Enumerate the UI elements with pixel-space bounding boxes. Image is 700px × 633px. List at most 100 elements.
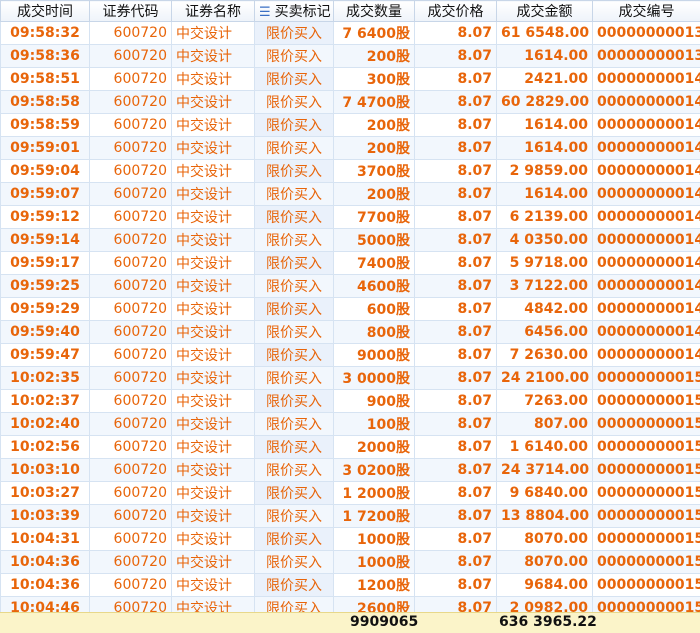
cell-amount: 1614.00 xyxy=(497,45,593,68)
cell-price: 8.07 xyxy=(415,298,497,321)
summary-footer: 9909065 636 3965.22 xyxy=(0,612,700,633)
trades-grid: 成交时间 证券代码 证券名称 ☰买卖标记 成交数量 成交价格 成交金额 成交编号… xyxy=(0,0,700,612)
table-row[interactable]: 09:59:17600720中交设计限价买入7400股8.075 9718.00… xyxy=(1,252,700,275)
table-row[interactable]: 09:59:47600720中交设计限价买入9000股8.077 2630.00… xyxy=(1,344,700,367)
cell-name: 中交设计 xyxy=(172,413,255,436)
cell-amount: 61 6548.00 xyxy=(497,22,593,45)
cell-price: 8.07 xyxy=(415,45,497,68)
cell-flag: 限价买入 xyxy=(255,344,334,367)
cell-serial: 00000000014047 xyxy=(593,137,700,160)
col-header-name[interactable]: 证券名称 xyxy=(172,1,255,22)
cell-name: 中交设计 xyxy=(172,574,255,597)
col-header-time[interactable]: 成交时间 xyxy=(1,1,90,22)
cell-name: 中交设计 xyxy=(172,137,255,160)
col-header-serial[interactable]: 成交编号 xyxy=(593,1,700,22)
cell-price: 8.07 xyxy=(415,321,497,344)
cell-qty: 2000股 xyxy=(334,436,415,459)
table-row[interactable]: 10:03:10600720中交设计限价买入3 0200股8.0724 3714… xyxy=(1,459,700,482)
cell-qty: 100股 xyxy=(334,413,415,436)
cell-qty: 200股 xyxy=(334,114,415,137)
cell-serial: 00000000015183 xyxy=(593,436,700,459)
cell-flag: 限价买入 xyxy=(255,321,334,344)
cell-code: 600720 xyxy=(90,413,172,436)
table-row[interactable]: 10:04:31600720中交设计限价买入1000股8.078070.0000… xyxy=(1,528,700,551)
cell-price: 8.07 xyxy=(415,597,497,613)
cell-qty: 800股 xyxy=(334,321,415,344)
table-row[interactable]: 09:58:32600720中交设计限价买入7 6400股8.0761 6548… xyxy=(1,22,700,45)
cell-qty: 9000股 xyxy=(334,344,415,367)
table-row[interactable]: 09:59:29600720中交设计限价买入600股8.074842.00000… xyxy=(1,298,700,321)
cell-qty: 900股 xyxy=(334,390,415,413)
cell-name: 中交设计 xyxy=(172,482,255,505)
cell-amount: 2 9859.00 xyxy=(497,160,593,183)
cell-time: 10:03:10 xyxy=(1,459,90,482)
cell-price: 8.07 xyxy=(415,505,497,528)
cell-serial: 00000000013947 xyxy=(593,45,700,68)
cell-qty: 5000股 xyxy=(334,229,415,252)
table-row[interactable]: 09:59:01600720中交设计限价买入200股8.071614.00000… xyxy=(1,137,700,160)
table-row[interactable]: 10:03:27600720中交设计限价买入1 2000股8.079 6840.… xyxy=(1,482,700,505)
cell-qty: 3 0200股 xyxy=(334,459,415,482)
table-row[interactable]: 10:04:46600720中交设计限价买入2600股8.072 0982.00… xyxy=(1,597,700,613)
cell-price: 8.07 xyxy=(415,436,497,459)
cell-flag: 限价买入 xyxy=(255,206,334,229)
table-row[interactable]: 09:59:07600720中交设计限价买入200股8.071614.00000… xyxy=(1,183,700,206)
cell-time: 09:59:14 xyxy=(1,229,90,252)
cell-name: 中交设计 xyxy=(172,344,255,367)
table-row[interactable]: 10:03:39600720中交设计限价买入1 7200股8.0713 8804… xyxy=(1,505,700,528)
cell-code: 600720 xyxy=(90,206,172,229)
cell-code: 600720 xyxy=(90,574,172,597)
cell-serial: 00000000014030 xyxy=(593,91,700,114)
table-row[interactable]: 09:59:12600720中交设计限价买入7700股8.076 2139.00… xyxy=(1,206,700,229)
cell-amount: 3 7122.00 xyxy=(497,275,593,298)
table-row[interactable]: 09:59:40600720中交设计限价买入800股8.076456.00000… xyxy=(1,321,700,344)
col-header-flag[interactable]: ☰买卖标记 xyxy=(255,1,334,22)
table-row[interactable]: 09:59:04600720中交设计限价买入3700股8.072 9859.00… xyxy=(1,160,700,183)
col-header-code[interactable]: 证券代码 xyxy=(90,1,172,22)
cell-amount: 807.00 xyxy=(497,413,593,436)
table-row[interactable]: 09:58:51600720中交设计限价买入300股8.072421.00000… xyxy=(1,68,700,91)
cell-flag: 限价买入 xyxy=(255,505,334,528)
cell-serial: 00000000014004 xyxy=(593,68,700,91)
cell-flag: 限价买入 xyxy=(255,229,334,252)
cell-price: 8.07 xyxy=(415,160,497,183)
cell-code: 600720 xyxy=(90,551,172,574)
table-row[interactable]: 09:58:36600720中交设计限价买入200股8.071614.00000… xyxy=(1,45,700,68)
cell-time: 09:59:17 xyxy=(1,252,90,275)
cell-price: 8.07 xyxy=(415,114,497,137)
col-header-qty[interactable]: 成交数量 xyxy=(334,1,415,22)
cell-time: 10:04:46 xyxy=(1,597,90,613)
cell-time: 09:59:12 xyxy=(1,206,90,229)
cell-price: 8.07 xyxy=(415,551,497,574)
table-row[interactable]: 10:04:36600720中交设计限价买入1200股8.079684.0000… xyxy=(1,574,700,597)
cell-flag: 限价买入 xyxy=(255,551,334,574)
table-row[interactable]: 09:58:58600720中交设计限价买入7 4700股8.0760 2829… xyxy=(1,91,700,114)
col-header-price[interactable]: 成交价格 xyxy=(415,1,497,22)
col-header-flag-label: 买卖标记 xyxy=(275,4,331,20)
footer-total-qty: 9909065 xyxy=(350,614,418,630)
cell-flag: 限价买入 xyxy=(255,390,334,413)
cell-amount: 4 0350.00 xyxy=(497,229,593,252)
table-row[interactable]: 10:02:56600720中交设计限价买入2000股8.071 6140.00… xyxy=(1,436,700,459)
table-row[interactable]: 09:59:14600720中交设计限价买入5000股8.074 0350.00… xyxy=(1,229,700,252)
cell-time: 09:59:01 xyxy=(1,137,90,160)
table-row[interactable]: 09:58:59600720中交设计限价买入200股8.071614.00000… xyxy=(1,114,700,137)
cell-time: 10:02:37 xyxy=(1,390,90,413)
table-row[interactable]: 10:02:40600720中交设计限价买入100股8.07807.000000… xyxy=(1,413,700,436)
cell-amount: 7263.00 xyxy=(497,390,593,413)
table-row[interactable]: 10:02:37600720中交设计限价买入900股8.077263.00000… xyxy=(1,390,700,413)
cell-price: 8.07 xyxy=(415,390,497,413)
cell-code: 600720 xyxy=(90,528,172,551)
table-row[interactable]: 09:59:25600720中交设计限价买入4600股8.073 7122.00… xyxy=(1,275,700,298)
cell-amount: 4842.00 xyxy=(497,298,593,321)
col-header-amount[interactable]: 成交金额 xyxy=(497,1,593,22)
cell-amount: 1614.00 xyxy=(497,183,593,206)
cell-serial: 00000000014250 xyxy=(593,344,700,367)
cell-qty: 7400股 xyxy=(334,252,415,275)
cell-serial: 00000000015610 xyxy=(593,528,700,551)
cell-qty: 3 0000股 xyxy=(334,367,415,390)
cell-flag: 限价买入 xyxy=(255,68,334,91)
table-row[interactable]: 10:02:35600720中交设计限价买入3 0000股8.0724 2100… xyxy=(1,367,700,390)
table-row[interactable]: 10:04:36600720中交设计限价买入1000股8.078070.0000… xyxy=(1,551,700,574)
cell-price: 8.07 xyxy=(415,91,497,114)
